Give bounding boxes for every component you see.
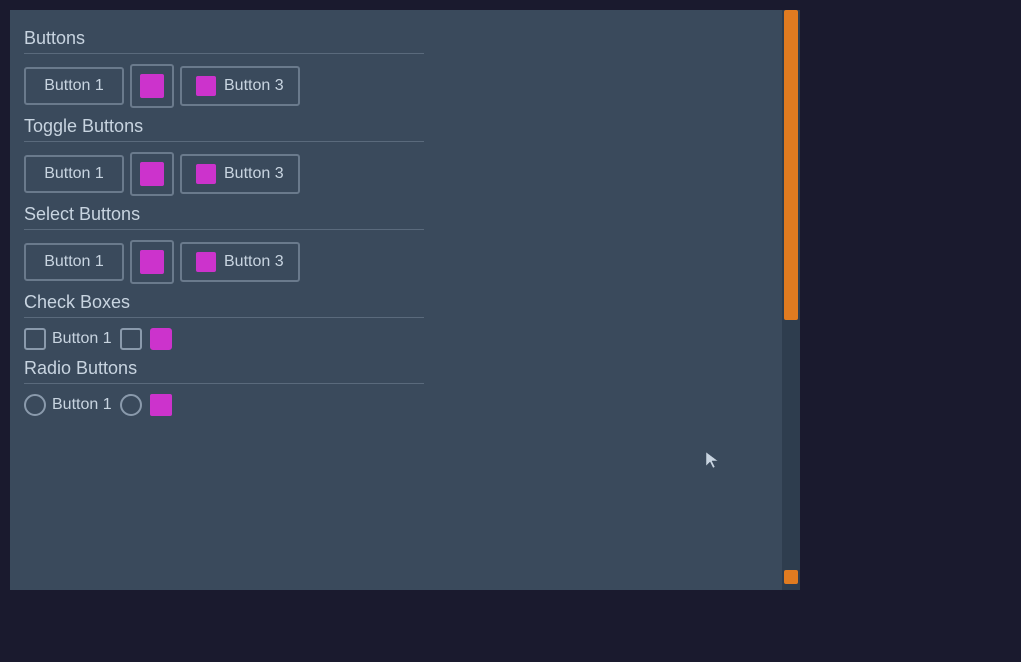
checkbox-row: Button 1 [24, 328, 768, 350]
button1-toggle[interactable]: Button 1 [24, 155, 124, 193]
radio-icon-3 [150, 394, 172, 416]
radio-row: Button 1 [24, 394, 768, 416]
divider-checkboxes [24, 317, 424, 318]
checkbox-item-3 [150, 328, 172, 350]
button2-toggle[interactable] [130, 152, 174, 196]
radio-2[interactable] [120, 394, 142, 416]
divider-radio [24, 383, 424, 384]
button-row-select: Button 1 Button 3 [24, 240, 768, 284]
button3-buttons[interactable]: Button 3 [180, 66, 300, 106]
checkbox-3[interactable] [150, 328, 172, 350]
section-title-radio: Radio Buttons [24, 358, 768, 379]
button-row-buttons: Button 1 Button 3 [24, 64, 768, 108]
checkbox-label-1: Button 1 [52, 330, 112, 348]
section-title-select: Select Buttons [24, 204, 768, 225]
divider-select [24, 229, 424, 230]
section-title-checkboxes: Check Boxes [24, 292, 768, 313]
section-title-toggle: Toggle Buttons [24, 116, 768, 137]
section-buttons: Buttons Button 1 Button 3 [24, 28, 768, 108]
section-title-buttons: Buttons [24, 28, 768, 49]
checkbox-2[interactable] [120, 328, 142, 350]
icon-square-toggle3 [196, 164, 216, 184]
button1-buttons[interactable]: Button 1 [24, 67, 124, 105]
button2-buttons[interactable] [130, 64, 174, 108]
scrollbar-track[interactable] [782, 10, 800, 590]
button1-select[interactable]: Button 1 [24, 243, 124, 281]
icon-square-toggle2 [140, 162, 164, 186]
main-panel: Buttons Button 1 Button 3 Toggle Buttons… [10, 10, 800, 590]
icon-square-select3 [196, 252, 216, 272]
radio-label-1: Button 1 [52, 396, 112, 414]
radio-1[interactable] [24, 394, 46, 416]
radio-item-1: Button 1 [24, 394, 112, 416]
icon-square-buttons2 [140, 74, 164, 98]
section-checkboxes: Check Boxes Button 1 [24, 292, 768, 350]
radio-item-2 [120, 394, 142, 416]
section-toggle-buttons: Toggle Buttons Button 1 Button 3 [24, 116, 768, 196]
checkbox-item-1: Button 1 [24, 328, 112, 350]
scrollbar-thumb[interactable] [784, 10, 798, 320]
radio-item-3 [150, 394, 172, 416]
section-select-buttons: Select Buttons Button 1 Button 3 [24, 204, 768, 284]
icon-square-select2 [140, 250, 164, 274]
button3-toggle[interactable]: Button 3 [180, 154, 300, 194]
scrollbar-bottom-indicator [784, 570, 798, 584]
divider-buttons [24, 53, 424, 54]
icon-square-buttons3 [196, 76, 216, 96]
button3-select[interactable]: Button 3 [180, 242, 300, 282]
checkbox-1[interactable] [24, 328, 46, 350]
divider-toggle [24, 141, 424, 142]
section-radio-buttons: Radio Buttons Button 1 [24, 358, 768, 416]
checkbox-item-2 [120, 328, 142, 350]
content-area: Buttons Button 1 Button 3 Toggle Buttons… [10, 10, 782, 590]
button-row-toggle: Button 1 Button 3 [24, 152, 768, 196]
button2-select[interactable] [130, 240, 174, 284]
